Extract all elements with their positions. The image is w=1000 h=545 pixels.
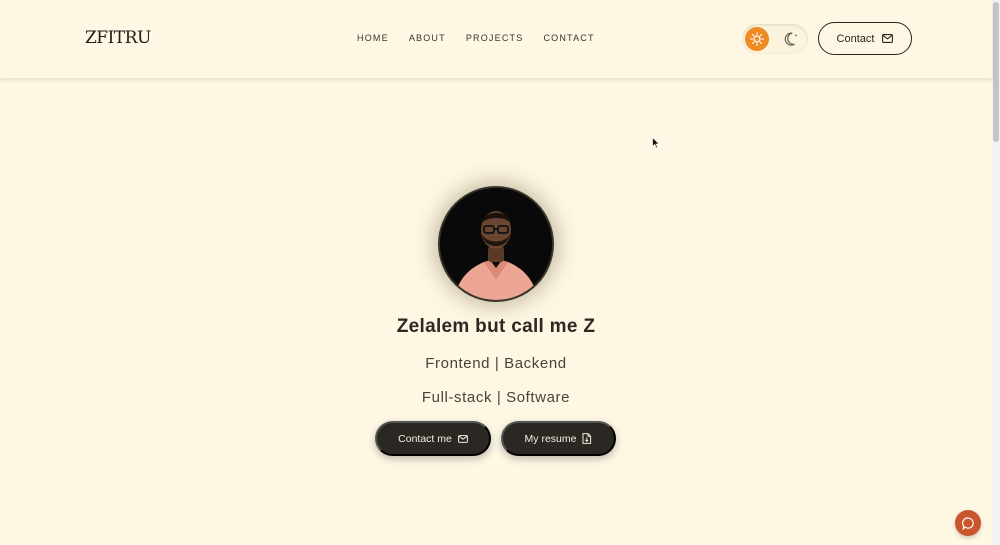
mail-icon bbox=[882, 34, 894, 43]
theme-toggle[interactable] bbox=[742, 24, 808, 54]
nav-home[interactable]: HOME bbox=[357, 33, 389, 43]
sun-icon[interactable] bbox=[745, 27, 769, 51]
nav-projects[interactable]: PROJECTS bbox=[466, 33, 524, 43]
logo[interactable]: ZFITRU bbox=[85, 28, 151, 48]
hero-role-line-2: Full-stack | Software bbox=[421, 389, 571, 406]
my-resume-label: My resume bbox=[524, 432, 577, 445]
profile-avatar bbox=[438, 186, 554, 302]
hero-role-line-1: Frontend | Backend bbox=[425, 355, 567, 372]
mail-icon bbox=[457, 434, 468, 443]
chat-button[interactable] bbox=[955, 510, 981, 536]
main-nav: HOME ABOUT PROJECTS CONTACT bbox=[357, 33, 595, 43]
my-resume-button[interactable]: My resume bbox=[501, 421, 616, 456]
moon-icon[interactable] bbox=[782, 29, 802, 49]
site-header: ZFITRU HOME ABOUT PROJECTS CONTACT Conta… bbox=[0, 0, 992, 78]
nav-about[interactable]: ABOUT bbox=[409, 33, 446, 43]
contact-button-label: Contact bbox=[836, 32, 875, 45]
scrollbar[interactable] bbox=[992, 0, 1000, 545]
contact-me-button[interactable]: Contact me bbox=[375, 421, 491, 456]
page: ZFITRU HOME ABOUT PROJECTS CONTACT Conta… bbox=[0, 0, 1000, 545]
scrollbar-thumb[interactable] bbox=[993, 2, 999, 142]
nav-contact[interactable]: CONTACT bbox=[543, 33, 594, 43]
document-download-icon bbox=[582, 433, 592, 444]
mouse-cursor-icon bbox=[652, 137, 660, 149]
chat-bubble-icon bbox=[961, 517, 974, 530]
contact-me-label: Contact me bbox=[398, 432, 452, 445]
hero-name: Zelalem but call me Z bbox=[396, 316, 596, 337]
header-contact-button[interactable]: Contact bbox=[818, 22, 912, 55]
